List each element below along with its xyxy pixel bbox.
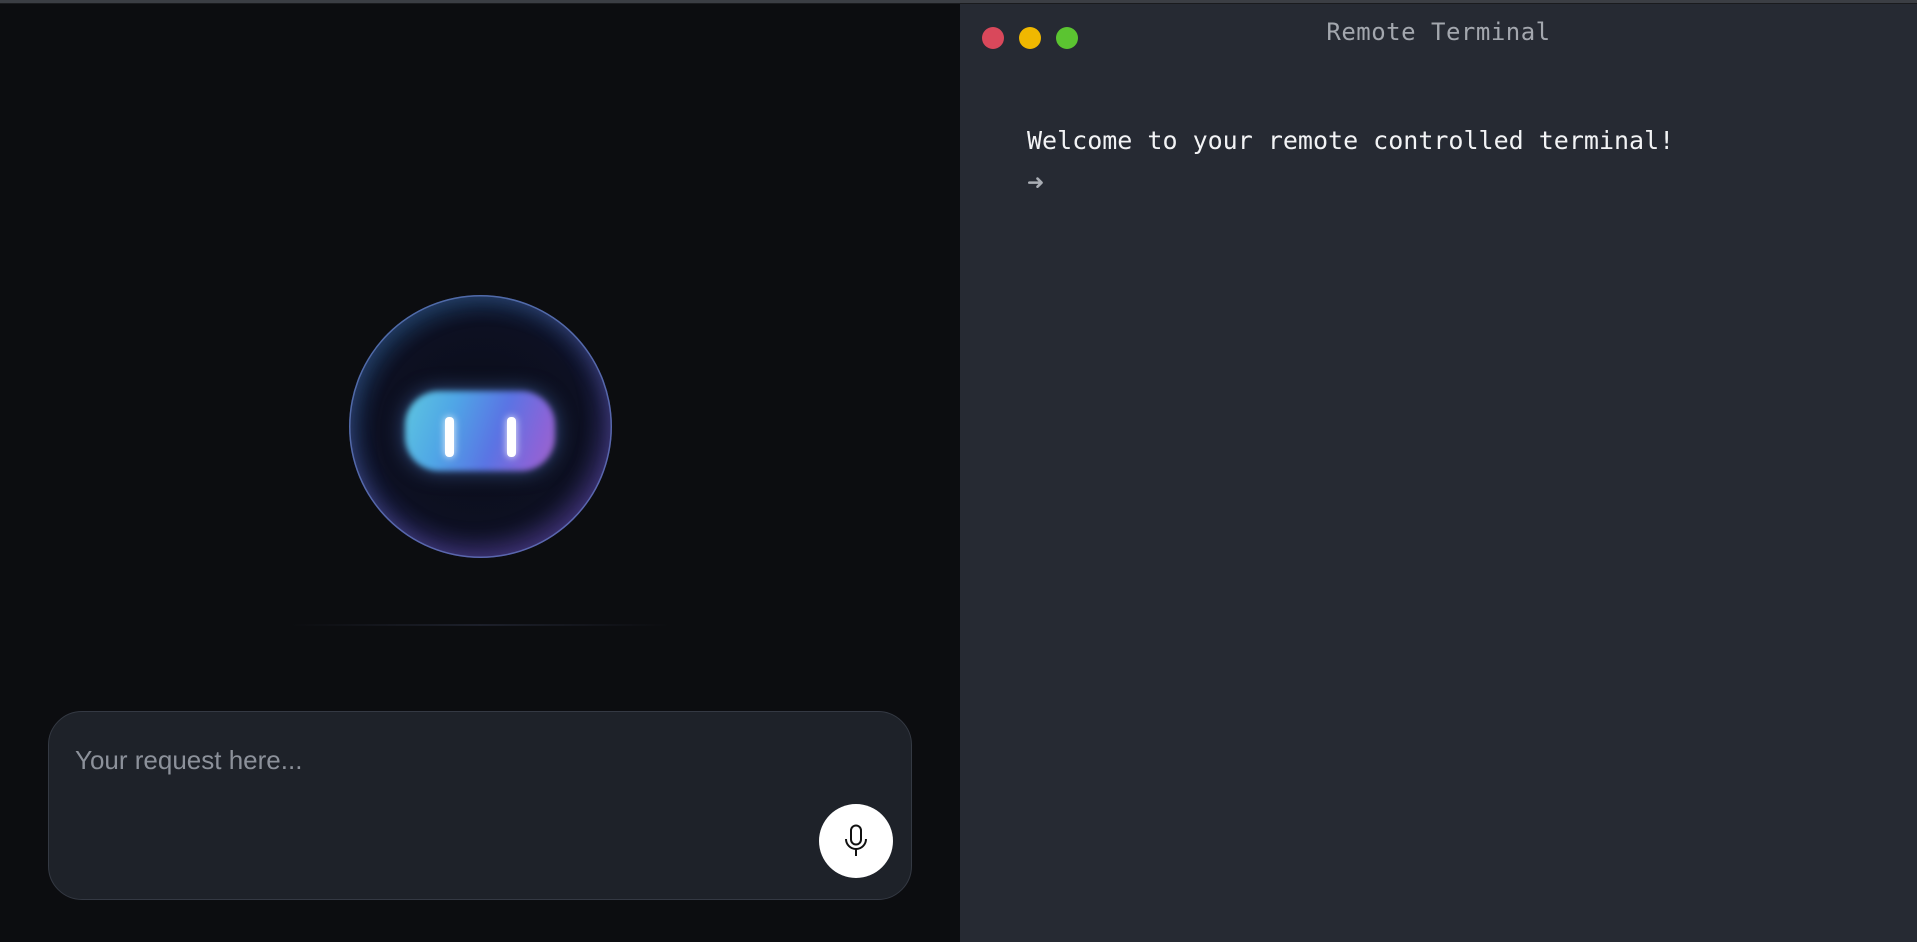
request-box xyxy=(48,711,912,900)
terminal-window: Remote Terminal Welcome to your remote c… xyxy=(960,4,1917,942)
assistant-orb-icon xyxy=(349,295,612,558)
terminal-title: Remote Terminal xyxy=(1326,18,1551,46)
welcome-line: Welcome to your remote controlled termin… xyxy=(1027,126,1675,155)
terminal-output[interactable]: Welcome to your remote controlled termin… xyxy=(1027,120,1674,204)
orb-face xyxy=(405,391,555,471)
terminal-titlebar: Remote Terminal xyxy=(960,4,1917,66)
prompt-arrow-icon: ➜ xyxy=(1027,166,1044,199)
assistant-pane xyxy=(0,4,960,942)
orb-right-eye xyxy=(507,417,516,457)
orb-shadow xyxy=(290,624,670,626)
microphone-icon xyxy=(845,824,867,856)
orb-left-eye xyxy=(445,417,454,457)
request-input[interactable] xyxy=(73,742,817,778)
mic-button[interactable] xyxy=(819,804,893,878)
